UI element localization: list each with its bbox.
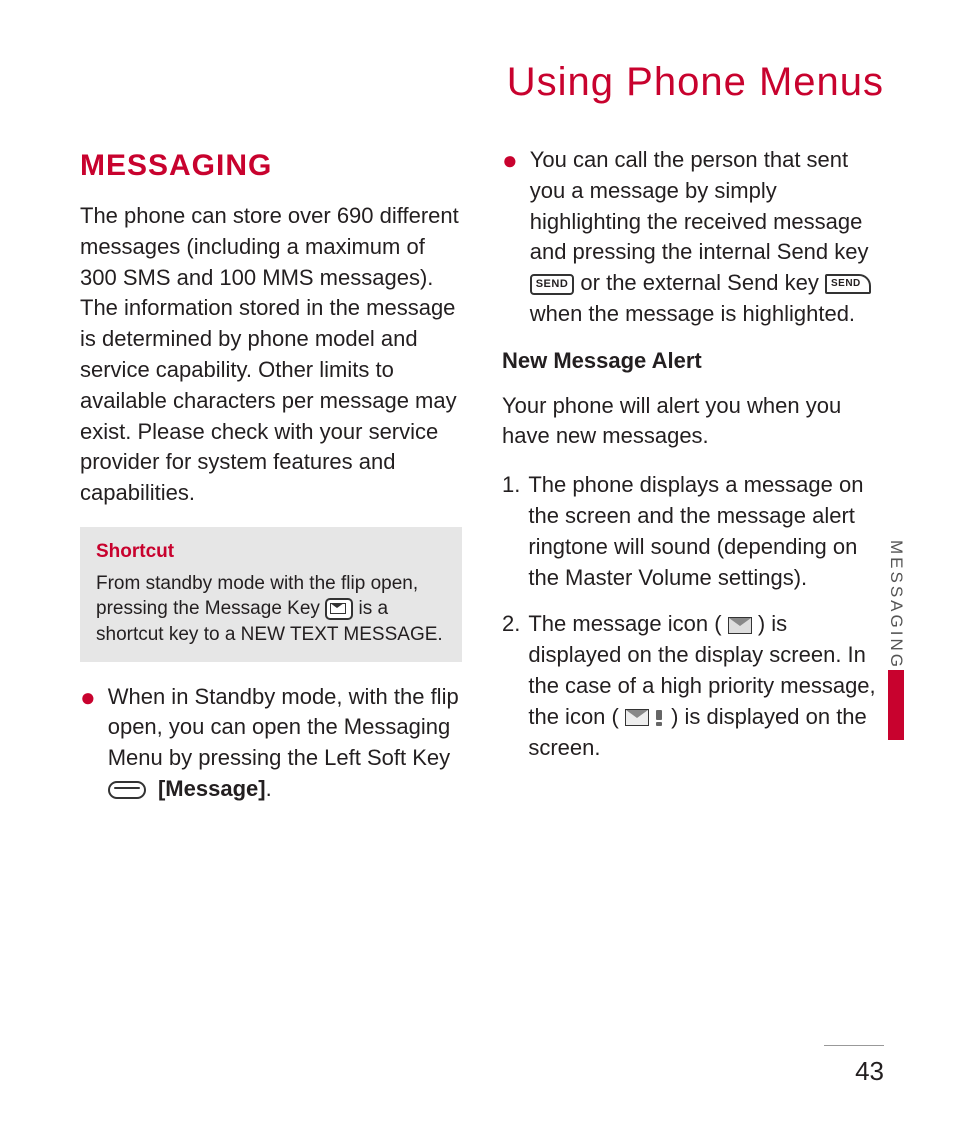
bullet-dot-icon: ● (80, 684, 96, 805)
bullet2-c: when the message is highlighted. (530, 301, 855, 326)
side-tab-label: MESSAGING (886, 540, 906, 670)
chapter-title: Using Phone Menus (80, 60, 884, 105)
message-key-icon (325, 598, 353, 620)
new-message-alert-heading: New Message Alert (502, 346, 884, 377)
left-soft-key-icon (108, 781, 146, 799)
shortcut-title: Shortcut (96, 539, 446, 565)
shortcut-box: Shortcut From standby mode with the flip… (80, 527, 462, 662)
message-label: [Message] (158, 776, 266, 801)
envelope-open-icon (625, 709, 649, 726)
section-heading-messaging: MESSAGING (80, 145, 462, 187)
send-key-external-icon: SEND (825, 274, 871, 294)
step-1-text: The phone displays a message on the scre… (528, 470, 884, 593)
side-tab-bar (888, 670, 904, 740)
step2-a: The message icon ( (528, 611, 721, 636)
step-2-number: 2. (502, 609, 520, 763)
step-1: 1. The phone displays a message on the s… (502, 470, 884, 593)
left-column: MESSAGING The phone can store over 690 d… (80, 145, 462, 821)
page-number: 43 (824, 1045, 884, 1087)
bullet2-a: You can call the person that sent you a … (530, 147, 869, 264)
step-2: 2. The message icon ( ) is displayed on … (502, 609, 884, 763)
side-tab: MESSAGING (886, 540, 906, 740)
bullet-standby: ● When in Standby mode, with the flip op… (80, 682, 462, 805)
bullet-dot-icon: ● (502, 147, 518, 330)
send-key-internal-icon: SEND (530, 274, 575, 295)
right-column: ● You can call the person that sent you … (502, 145, 884, 821)
bullet-standby-text: When in Standby mode, with the flip open… (108, 684, 459, 771)
alert-intro: Your phone will alert you when you have … (502, 391, 884, 453)
bullet-call-person: ● You can call the person that sent you … (502, 145, 884, 330)
exclamation-icon (653, 709, 665, 727)
envelope-icon (728, 617, 752, 634)
bullet-standby-after: . (266, 776, 272, 801)
step-1-number: 1. (502, 470, 520, 593)
bullet2-b: or the external Send key (580, 270, 825, 295)
intro-paragraph: The phone can store over 690 different m… (80, 201, 462, 509)
